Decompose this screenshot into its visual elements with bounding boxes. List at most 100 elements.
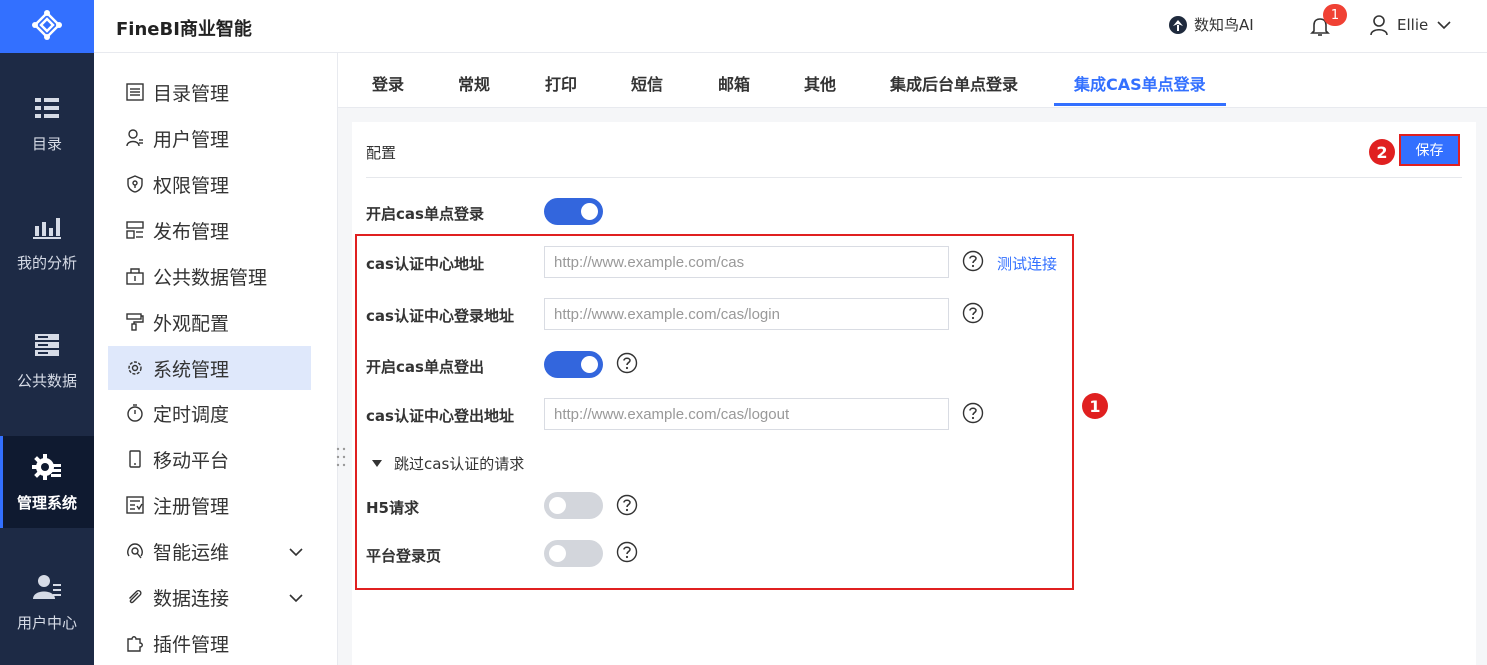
rail-item-user-center[interactable]: 用户中心 (0, 556, 94, 648)
puzzle-icon (125, 633, 145, 653)
rail-label-analysis: 我的分析 (16, 253, 77, 272)
annotation-marker-2: 2 (1369, 139, 1395, 165)
paint-roller-icon (125, 312, 145, 332)
settings-tabs: 登录 常规 打印 短信 邮箱 其他 集成后台单点登录 集成CAS单点登录 (338, 53, 1487, 108)
admin-menu: 目录管理 用户管理 权限管理 发布管理 公共数据管理 外观配置 系统管理 定时调… (94, 53, 338, 665)
drag-handle-icon[interactable] (335, 446, 347, 468)
tab-general[interactable]: 常规 (458, 71, 490, 95)
help-icon[interactable] (616, 352, 638, 374)
tab-other[interactable]: 其他 (804, 71, 836, 95)
help-icon[interactable] (616, 541, 638, 563)
annotation-marker-1: 1 (1082, 393, 1108, 419)
tab-sms[interactable]: 短信 (631, 71, 663, 95)
mobile-icon (125, 449, 145, 469)
menu-item-schedule[interactable]: 定时调度 (108, 391, 311, 435)
h5-label: H5请求 (366, 499, 419, 517)
database-icon (125, 266, 145, 286)
caret-down-icon (372, 460, 382, 467)
cas-url-label: cas认证中心地址 (366, 255, 484, 273)
tab-print[interactable]: 打印 (545, 71, 577, 95)
menu-item-public-data[interactable]: 公共数据管理 (108, 254, 311, 298)
bird-icon (1169, 15, 1187, 34)
menu-label: 外观配置 (153, 312, 230, 335)
cas-login-input[interactable]: http://www.example.com/cas/login (544, 298, 949, 330)
menu-label: 数据连接 (153, 587, 230, 610)
user-center-icon (32, 572, 62, 602)
enable-sso-toggle[interactable] (544, 198, 603, 225)
publish-icon (125, 220, 145, 240)
tab-backend-sso[interactable]: 集成后台单点登录 (890, 71, 1018, 95)
enable-logout-label: 开启cas单点登出 (366, 358, 484, 376)
menu-item-appearance[interactable]: 外观配置 (108, 300, 311, 344)
menu-item-system[interactable]: 系统管理 (108, 346, 311, 390)
skip-section-label: 跳过cas认证的请求 (394, 455, 525, 473)
menu-label: 智能运维 (153, 541, 230, 564)
platform-login-label: 平台登录页 (366, 547, 442, 565)
enable-logout-toggle[interactable] (544, 351, 603, 378)
menu-label: 移动平台 (153, 449, 230, 472)
platform-login-toggle[interactable] (544, 540, 603, 567)
menu-item-users[interactable]: 用户管理 (108, 116, 311, 160)
catalog-icon (32, 93, 62, 123)
help-icon[interactable] (962, 302, 984, 324)
active-tab-indicator (1054, 103, 1226, 106)
menu-item-mobile[interactable]: 移动平台 (108, 437, 311, 481)
logo-icon (32, 9, 62, 40)
menu-label: 发布管理 (153, 220, 230, 243)
panel-title: 配置 (366, 144, 397, 162)
menu-item-register[interactable]: 注册管理 (108, 483, 311, 527)
app-logo[interactable] (0, 0, 94, 53)
shield-icon (125, 174, 145, 194)
user-icon (1370, 15, 1388, 36)
analysis-icon (32, 212, 62, 242)
menu-label: 定时调度 (153, 403, 230, 426)
save-button[interactable]: 保存 (1399, 134, 1460, 166)
menu-item-catalog[interactable]: 目录管理 (108, 70, 311, 114)
chevron-down-icon (289, 548, 303, 557)
test-connection-link[interactable]: 测试连接 (997, 253, 1057, 274)
rail-label-admin: 管理系统 (16, 493, 77, 512)
h5-toggle[interactable] (544, 492, 603, 519)
ai-assistant-button[interactable]: 数知鸟AI (1168, 14, 1254, 35)
skip-requests-section-toggle[interactable]: 跳过cas认证的请求 (372, 453, 524, 474)
menu-label: 插件管理 (153, 633, 230, 656)
rail-label-catalog: 目录 (31, 134, 62, 153)
left-rail: 目录 我的分析 公共数据 管理系统 用户中心 (0, 0, 94, 665)
brand-title: FineBI商业智能 (116, 19, 252, 40)
cas-logout-label: cas认证中心登出地址 (366, 407, 514, 425)
menu-item-data-connection[interactable]: 数据连接 (108, 575, 311, 619)
chevron-down-icon (1437, 21, 1451, 30)
menu-label: 注册管理 (153, 495, 230, 518)
help-icon[interactable] (962, 250, 984, 272)
tab-cas-sso[interactable]: 集成CAS单点登录 (1074, 71, 1206, 95)
list-icon (125, 82, 145, 102)
rail-item-analysis[interactable]: 我的分析 (0, 196, 94, 288)
rail-item-catalog[interactable]: 目录 (0, 77, 94, 169)
paperclip-icon (125, 587, 145, 607)
menu-item-publish[interactable]: 发布管理 (108, 208, 311, 252)
cas-logout-input[interactable]: http://www.example.com/cas/logout (544, 398, 949, 430)
config-panel: 配置 2 保存 开启cas单点登录 1 cas认证中心地址 http://www… (352, 122, 1476, 665)
user-name: Ellie (1397, 16, 1429, 34)
menu-label: 权限管理 (153, 174, 230, 197)
user-icon (125, 128, 145, 148)
menu-label: 公共数据管理 (153, 266, 268, 289)
menu-label: 用户管理 (153, 128, 230, 151)
top-header: FineBI商业智能 数知鸟AI 1 Ellie (94, 0, 1487, 53)
help-icon[interactable] (962, 402, 984, 424)
chevron-down-icon (289, 594, 303, 603)
rail-item-admin[interactable]: 管理系统 (0, 436, 94, 528)
cas-url-input[interactable]: http://www.example.com/cas (544, 246, 949, 278)
menu-item-ops[interactable]: 智能运维 (108, 529, 311, 573)
rail-item-public-data[interactable]: 公共数据 (0, 314, 94, 406)
menu-item-permissions[interactable]: 权限管理 (108, 162, 311, 206)
tab-login[interactable]: 登录 (372, 71, 404, 95)
menu-label: 系统管理 (153, 358, 230, 381)
tab-email[interactable]: 邮箱 (718, 71, 750, 95)
user-menu[interactable]: Ellie (1369, 14, 1452, 36)
menu-item-plugins[interactable]: 插件管理 (108, 621, 311, 665)
stopwatch-icon (125, 403, 145, 423)
rail-label-user-center: 用户中心 (16, 613, 77, 632)
help-icon[interactable] (616, 494, 638, 516)
ai-label: 数知鸟AI (1194, 16, 1254, 34)
